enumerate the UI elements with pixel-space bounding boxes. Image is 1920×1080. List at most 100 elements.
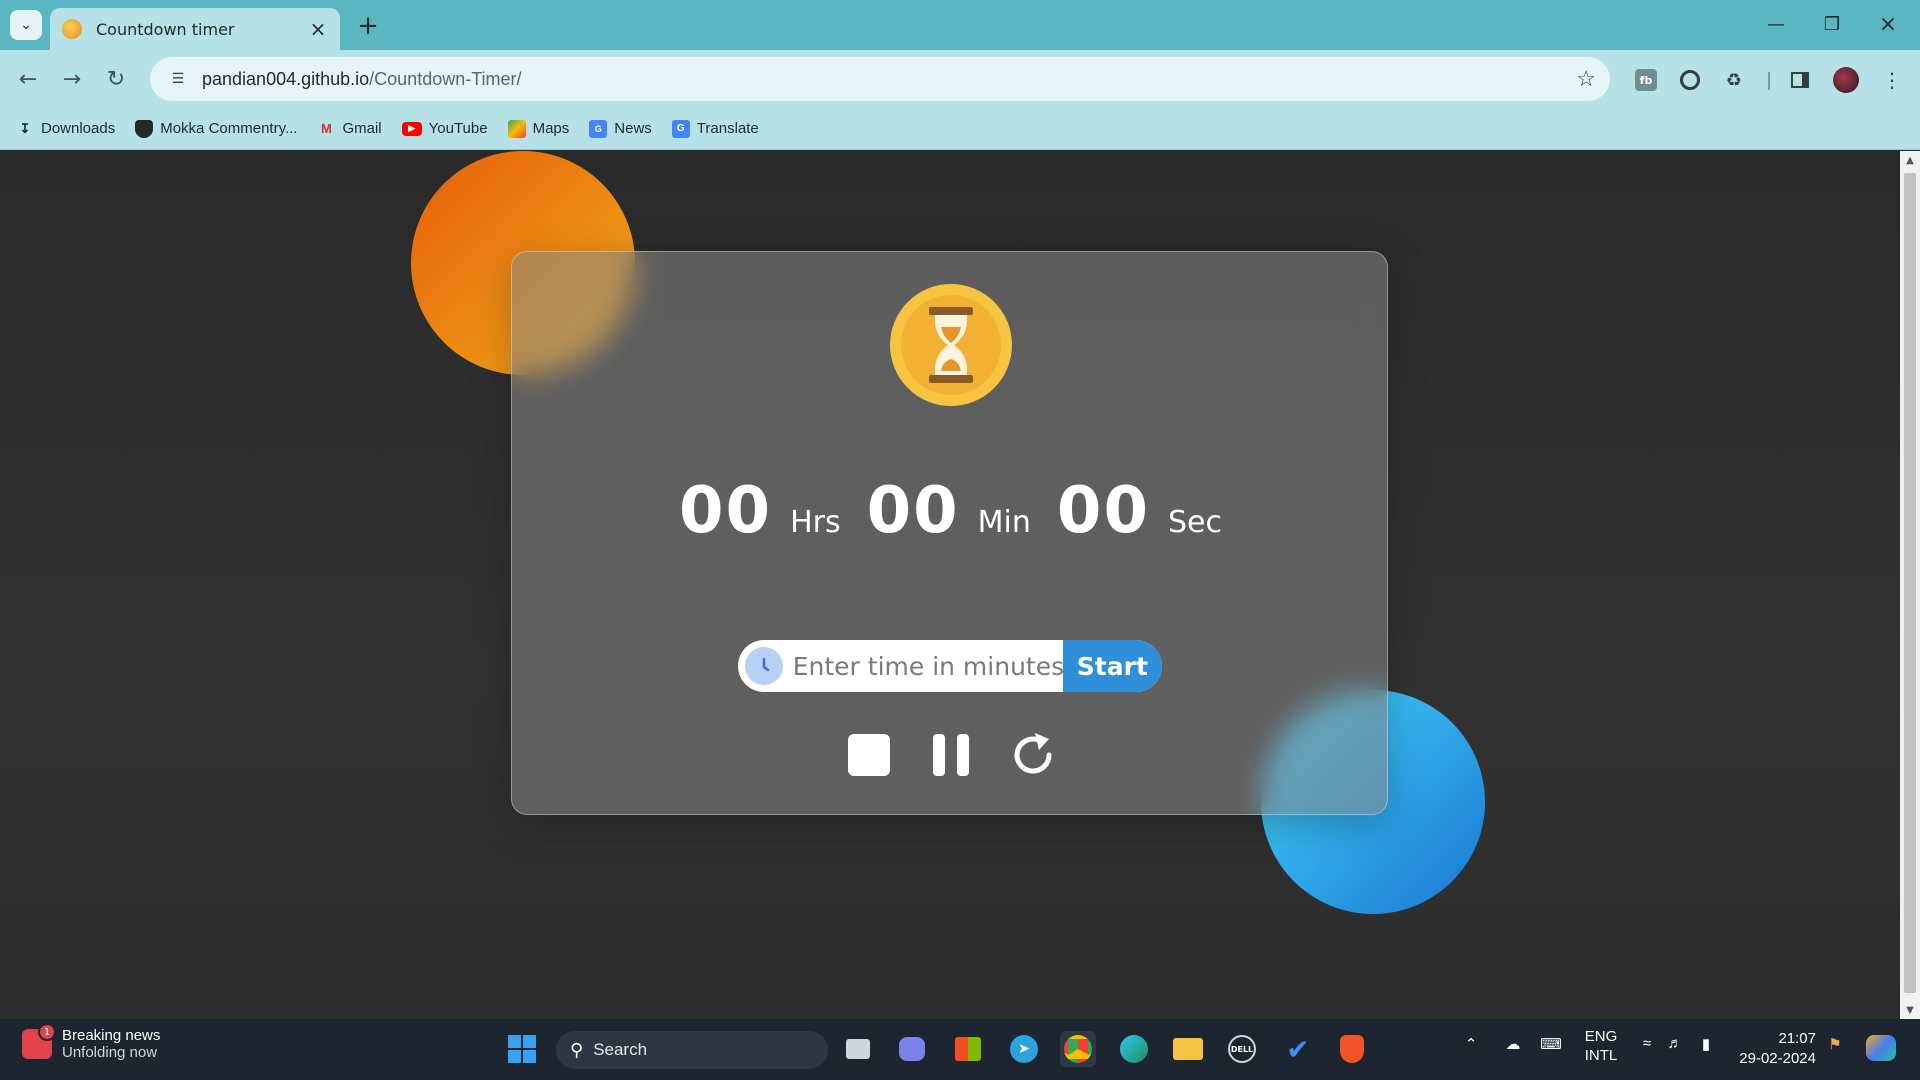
clock-icon	[745, 647, 783, 685]
tab-title: Countdown timer	[96, 19, 235, 39]
news-subtitle: Unfolding now	[62, 1044, 158, 1061]
scrollbar-thumb[interactable]	[1904, 173, 1916, 993]
tab-search-button[interactable]: ⌄	[10, 10, 42, 40]
language-line1: ENG	[1584, 1028, 1618, 1045]
scroll-down-arrow-icon[interactable]: ▼	[1900, 1001, 1920, 1019]
gmail-icon: M	[321, 121, 332, 136]
minutes-unit: Min	[977, 505, 1031, 540]
new-tab-button[interactable]: +	[352, 10, 384, 42]
start-button[interactable]: Start	[1062, 640, 1162, 692]
todo-check-icon[interactable]: ✔	[1280, 1031, 1316, 1067]
maps-icon	[507, 119, 526, 138]
wifi-icon[interactable]: ≈	[1636, 1035, 1658, 1052]
language-line2: INTL	[1584, 1047, 1618, 1064]
clock-date-text: 29-02-2024	[1739, 1050, 1816, 1067]
language-indicator[interactable]: ENG INTL	[1578, 1027, 1624, 1065]
hourglass-icon	[890, 284, 1012, 406]
pause-icon[interactable]	[926, 730, 976, 780]
battery-icon[interactable]: ▮	[1694, 1035, 1718, 1053]
bookmark-star-icon[interactable]: ☆	[1576, 67, 1596, 92]
notification-bell-icon[interactable]: ⚑	[1824, 1035, 1846, 1053]
taskbar-search-label: Search	[593, 1040, 648, 1059]
minimize-icon[interactable]: —	[1748, 0, 1804, 48]
news-icon: G	[589, 119, 608, 138]
page-scrollbar[interactable]: ▲ ▼	[1900, 151, 1920, 1019]
hours-value: 00	[679, 474, 773, 548]
countdown-display: 00 Hrs 00 Min 00 Sec	[512, 474, 1389, 548]
edge-icon[interactable]	[1116, 1031, 1152, 1067]
minutes-input[interactable]	[792, 651, 1063, 681]
bookmark-news[interactable]: G News	[589, 119, 652, 138]
tray-overflow-icon[interactable]: ⌃	[1460, 1035, 1482, 1053]
tab-strip: ⌄ Countdown timer × + — ❐ ×	[0, 0, 1920, 50]
site-info-icon[interactable]: ☰	[164, 65, 192, 93]
file-explorer-icon[interactable]	[1170, 1031, 1206, 1067]
dell-icon[interactable]: DELL	[1224, 1031, 1260, 1067]
extension-record-icon[interactable]	[1676, 66, 1704, 94]
bookmark-label: YouTube	[428, 120, 488, 137]
keyboard-icon[interactable]: ⌨	[1538, 1035, 1564, 1053]
bookmark-label: Maps	[532, 120, 570, 137]
back-icon[interactable]: ←	[10, 61, 46, 97]
onedrive-icon[interactable]: ☁	[1500, 1035, 1526, 1053]
stop-icon[interactable]	[844, 730, 894, 780]
telegram-icon[interactable]: ➤	[1006, 1031, 1042, 1067]
youtube-icon: ▶	[401, 121, 422, 136]
close-window-icon[interactable]: ×	[1860, 0, 1916, 48]
search-icon: ⚲	[570, 1039, 584, 1061]
seconds-value: 00	[1056, 474, 1150, 548]
url-domain: pandian004.github.io	[202, 68, 370, 89]
browser-tab[interactable]: Countdown timer ×	[50, 8, 340, 50]
side-panel-icon[interactable]	[1786, 66, 1814, 94]
forward-icon[interactable]: →	[54, 61, 90, 97]
clock-date[interactable]: 21:07 29-02-2024	[1730, 1029, 1816, 1069]
address-bar[interactable]: ☰ pandian004.github.io/Countdown-Timer/ …	[150, 57, 1610, 101]
teams-chat-icon[interactable]	[894, 1031, 930, 1067]
minutes-value: 00	[866, 474, 960, 548]
news-badge: 1	[38, 1023, 56, 1041]
bookmark-downloads[interactable]: ↧ Downloads	[16, 120, 116, 138]
close-tab-icon[interactable]: ×	[308, 17, 328, 41]
bookmark-mokka[interactable]: Mokka Commentry...	[135, 119, 297, 138]
bookmark-maps[interactable]: Maps	[507, 119, 570, 138]
tab-favicon-icon	[62, 19, 82, 39]
menu-kebab-icon[interactable]: ⋮	[1878, 66, 1906, 94]
download-icon: ↧	[19, 120, 31, 136]
extensions-puzzle-icon[interactable]: ♻	[1720, 66, 1748, 94]
bookmark-gmail[interactable]: M Gmail	[317, 120, 382, 138]
reload-icon[interactable]: ↻	[98, 61, 134, 97]
restart-icon[interactable]	[1008, 730, 1058, 780]
scroll-up-arrow-icon[interactable]: ▲	[1900, 151, 1920, 169]
news-title: Breaking news	[62, 1027, 161, 1044]
bookmark-label: Gmail	[342, 120, 382, 137]
taskbar: 1 Breaking news Unfolding now ⚲ Search ➤…	[0, 1019, 1920, 1080]
brave-icon[interactable]	[1334, 1031, 1370, 1067]
bookmark-label: Translate	[696, 120, 759, 137]
restore-icon[interactable]: ❐	[1804, 0, 1860, 48]
bookmark-translate[interactable]: G Translate	[671, 119, 759, 138]
clock-time: 21:07	[1778, 1030, 1816, 1047]
copilot-icon[interactable]	[1864, 1035, 1898, 1061]
taskbar-search[interactable]: ⚲ Search	[556, 1031, 828, 1069]
seconds-unit: Sec	[1167, 505, 1222, 540]
page-viewport: 00 Hrs 00 Min 00 Sec Start	[0, 151, 1900, 1019]
bookmark-youtube[interactable]: ▶ YouTube	[401, 120, 488, 137]
microsoft-store-icon[interactable]	[950, 1031, 986, 1067]
time-input-group: Start	[738, 640, 1162, 692]
chrome-icon[interactable]	[1060, 1031, 1096, 1067]
toolbar-divider	[1768, 72, 1770, 90]
volume-icon[interactable]: ♬	[1664, 1035, 1686, 1052]
address-url[interactable]: pandian004.github.io/Countdown-Timer/	[202, 69, 1576, 90]
news-widget[interactable]: 1 Breaking news Unfolding now	[22, 1023, 161, 1061]
profile-avatar[interactable]	[1832, 66, 1860, 94]
chevron-down-icon: ⌄	[20, 17, 32, 33]
windows-start-icon[interactable]	[504, 1031, 540, 1067]
bookmark-label: Downloads	[41, 120, 116, 137]
browser-toolbar: ← → ↻ ☰ pandian004.github.io/Countdown-T…	[0, 50, 1920, 108]
task-view-icon[interactable]	[840, 1031, 876, 1067]
news-widget-icon: 1	[22, 1023, 56, 1059]
extension-fb-icon[interactable]: fb	[1632, 66, 1660, 94]
url-path: /Countdown-Timer/	[369, 68, 522, 89]
translate-icon: G	[671, 119, 690, 138]
hours-unit: Hrs	[790, 505, 841, 540]
